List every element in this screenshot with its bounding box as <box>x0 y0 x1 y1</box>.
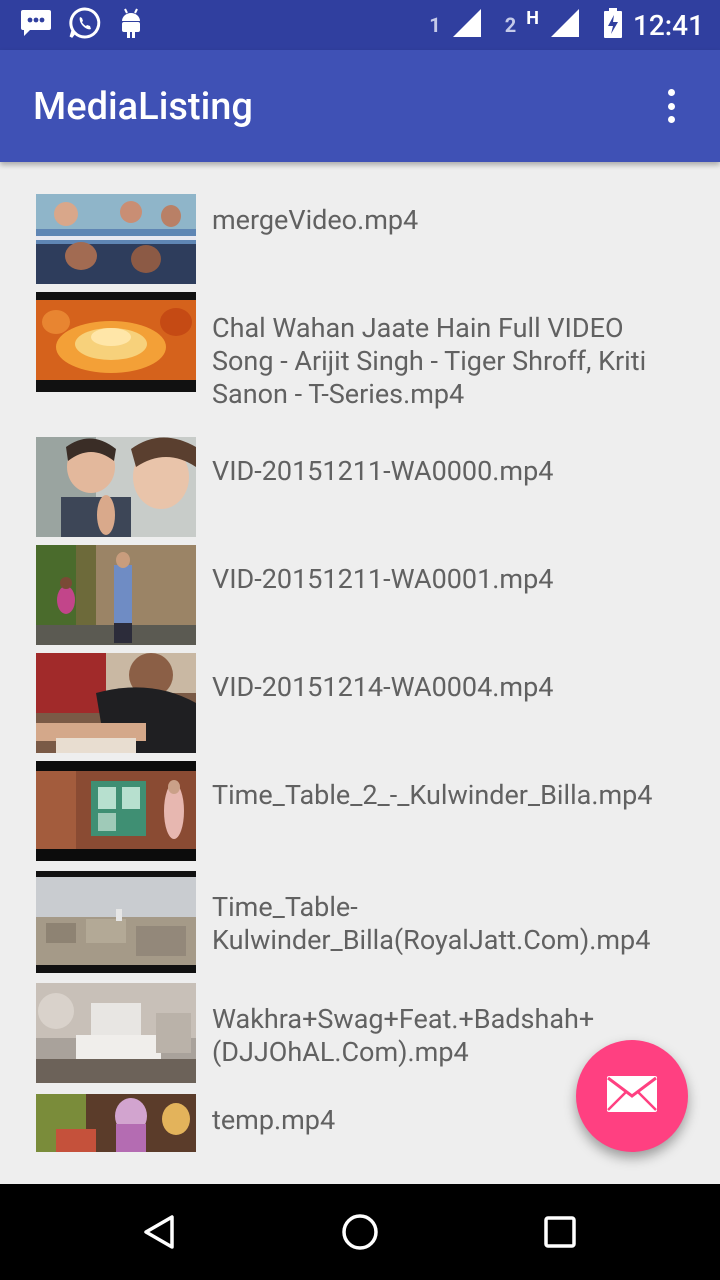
clock: 12:41 <box>632 8 704 42</box>
app-bar: MediaListing <box>0 50 720 162</box>
media-title: Time_Table-Kulwinder_Billa(RoyalJatt.Com… <box>212 891 651 956</box>
video-thumbnail <box>36 194 196 284</box>
video-thumbnail <box>36 761 196 861</box>
sim2-label: 2 <box>504 13 517 37</box>
media-list-item[interactable]: Time_Table-Kulwinder_Billa(RoyalJatt.Com… <box>36 871 696 973</box>
media-list-item[interactable]: mergeVideo.mp4 <box>36 194 696 284</box>
back-icon[interactable] <box>136 1208 184 1256</box>
media-list[interactable]: mergeVideo.mp4 Chal Wahan Jaate Hain Ful… <box>0 162 720 1184</box>
notification-icons <box>20 6 144 44</box>
video-thumbnail <box>36 871 196 973</box>
message-icon <box>20 8 52 42</box>
status-bar: 1 2 H 12:41 <box>0 0 720 50</box>
overflow-dot <box>667 102 675 110</box>
recents-icon[interactable] <box>536 1208 584 1256</box>
signal-sim1-icon <box>451 7 483 43</box>
media-title: mergeVideo.mp4 <box>212 204 419 236</box>
signal-sim2-icon <box>549 7 581 43</box>
media-list-item[interactable]: Chal Wahan Jaate Hain Full VIDEO Song - … <box>36 292 696 424</box>
media-list-item[interactable]: VID-20151211-WA0000.mp4 <box>36 437 696 537</box>
media-list-item[interactable]: Time_Table_2_-_Kulwinder_Billa.mp4 <box>36 761 696 861</box>
overflow-dot <box>667 116 675 123</box>
navigation-bar <box>0 1184 720 1280</box>
media-title: VID-20151211-WA0000.mp4 <box>212 455 554 487</box>
app-title: MediaListing <box>33 85 253 129</box>
overflow-dot <box>667 89 675 96</box>
video-thumbnail <box>36 1094 196 1152</box>
video-thumbnail <box>36 983 196 1083</box>
sim1-label: 1 <box>429 13 441 37</box>
whatsapp-icon <box>68 6 102 44</box>
video-thumbnail <box>36 437 196 537</box>
media-title: VID-20151214-WA0004.mp4 <box>212 671 554 703</box>
media-title: Time_Table_2_-_Kulwinder_Billa.mp4 <box>212 779 653 811</box>
more-vert-icon[interactable] <box>656 86 686 126</box>
home-icon[interactable] <box>336 1208 384 1256</box>
media-title: Chal Wahan Jaate Hain Full VIDEO Song - … <box>212 312 647 410</box>
media-title: VID-20151211-WA0001.mp4 <box>212 563 554 595</box>
media-list-item[interactable]: VID-20151214-WA0004.mp4 <box>36 653 696 753</box>
network-type-label: H <box>526 7 539 29</box>
mail-icon <box>606 1075 658 1117</box>
video-thumbnail <box>36 653 196 753</box>
battery-charging-icon <box>603 7 623 43</box>
system-icons: 1 2 H 12:41 <box>429 8 704 42</box>
media-list-item[interactable]: VID-20151211-WA0001.mp4 <box>36 545 696 645</box>
android-icon <box>118 7 144 43</box>
mail-fab-button[interactable] <box>576 1040 688 1152</box>
video-thumbnail <box>36 545 196 645</box>
video-thumbnail <box>36 292 196 392</box>
